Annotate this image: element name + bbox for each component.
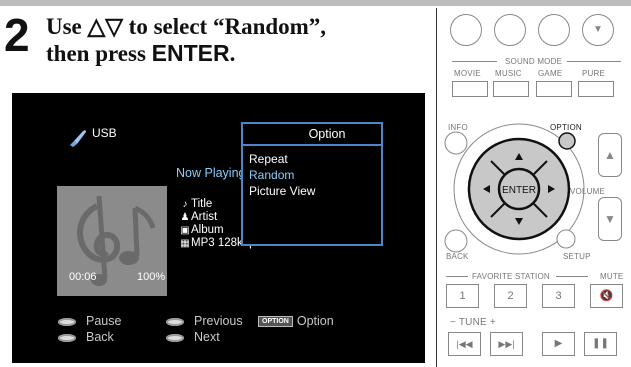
mute-button[interactable]: 🔇: [590, 284, 623, 308]
up-down-arrows-icon: △▽: [87, 13, 123, 39]
legend-previous: Previous: [166, 314, 243, 328]
skip-back-button[interactable]: |◀◀: [448, 332, 481, 356]
column-divider: [436, 8, 437, 367]
step-instruction: Use △▽ to select “Random”, then press EN…: [46, 13, 426, 67]
remote-control: ▼ SOUND MODE MOVIE MUSIC GAME PURE INFO …: [442, 0, 631, 367]
legend-next-label: Next: [194, 330, 220, 344]
down-button-icon: [166, 333, 184, 342]
info-button[interactable]: [444, 131, 468, 155]
instr-select-text: to select “Random”,: [122, 14, 327, 39]
legend-pause: Pause: [58, 314, 121, 328]
instr-press-text: then press: [46, 41, 152, 66]
favorite-rule-right: [556, 276, 588, 277]
tune-minus-label: −: [450, 317, 457, 328]
legend-previous-label: Previous: [194, 314, 243, 328]
artist-text: Artist: [191, 211, 218, 223]
remote-top-button-3[interactable]: [538, 14, 570, 46]
menu-item-repeat[interactable]: Repeat: [243, 151, 381, 167]
tune-label: − TUNE +: [450, 317, 496, 328]
volume-up-icon: ▲: [604, 148, 616, 162]
skip-forward-icon: ▶▶|: [498, 339, 515, 349]
source-label: USB: [92, 126, 117, 140]
option-button[interactable]: [558, 132, 576, 150]
now-playing-label: Now Playing: [176, 166, 246, 180]
music-label: MUSIC: [495, 69, 522, 78]
movie-button[interactable]: [452, 81, 488, 97]
speaker-mute-icon: 🔇: [599, 290, 614, 302]
setup-button[interactable]: [556, 229, 576, 249]
favorite-1-button[interactable]: 1: [446, 284, 479, 308]
note-icon: ♪: [182, 199, 188, 210]
tune-plus-label: +: [489, 317, 496, 328]
track-title: ♪ Title: [179, 198, 213, 211]
game-button[interactable]: [536, 81, 572, 97]
option-badge: OPTION: [258, 316, 293, 328]
up-button-icon: [166, 317, 184, 326]
favorite-rule-left: [446, 276, 468, 277]
person-icon: ♟: [180, 212, 190, 223]
legend-back: Back: [58, 330, 114, 344]
volume-down-icon: ▼: [604, 212, 616, 226]
pause-button[interactable]: ❚❚: [584, 332, 617, 356]
pause-icon: ❚❚: [592, 338, 609, 349]
sound-mode-rule-right: [567, 61, 621, 62]
favorite-3-button[interactable]: 3: [542, 284, 575, 308]
title-text: Title: [191, 198, 213, 210]
remote-dropdown-button[interactable]: ▼: [582, 14, 614, 46]
file-icon: ▦: [180, 238, 190, 249]
favorite-station-label: FAVORITE STATION: [472, 272, 550, 281]
popup-menu: Repeat Random Picture View: [243, 146, 381, 199]
legend-option: OPTION Option: [258, 314, 334, 328]
favorite-2-button[interactable]: 2: [494, 284, 527, 308]
chevron-down-icon: ▼: [593, 24, 603, 35]
menu-item-picture-view[interactable]: Picture View: [243, 183, 381, 199]
sound-mode-rule-left: [452, 61, 497, 62]
elapsed-time: 00:06: [69, 271, 97, 283]
play-icon: ▶: [554, 338, 563, 349]
option-popup: Option Repeat Random Picture View: [241, 122, 383, 246]
instr-period: .: [229, 41, 236, 66]
usb-icon: [70, 130, 86, 147]
enter-button-icon: [58, 317, 76, 326]
album-icon: ▣: [180, 225, 190, 236]
album-text: Album: [191, 224, 224, 236]
instr-prefix: Use: [46, 14, 88, 39]
progress-percent: 100%: [137, 271, 166, 283]
mute-label: MUTE: [600, 272, 624, 281]
legend-next: Next: [166, 330, 220, 344]
pure-label: PURE: [582, 69, 606, 78]
back-button[interactable]: [444, 229, 468, 253]
skip-forward-button[interactable]: ▶▶|: [490, 332, 523, 356]
legend-option-label: Option: [296, 314, 334, 328]
game-label: GAME: [538, 69, 563, 78]
skip-back-icon: |◀◀: [456, 339, 473, 349]
enter-label: ENTER: [502, 185, 536, 196]
back-button-icon: [58, 333, 76, 342]
menu-item-random[interactable]: Random: [243, 167, 381, 183]
volume-up-button[interactable]: ▲: [598, 133, 622, 177]
pure-button[interactable]: [578, 81, 614, 97]
sound-mode-label: SOUND MODE: [505, 57, 563, 66]
tv-screen: USB Now Playing ♪ Title ♟ Artist ▣Album ▦M…: [12, 93, 425, 363]
volume-down-button[interactable]: ▼: [598, 197, 622, 241]
track-artist: ♟ Artist: [179, 211, 218, 224]
tune-text: TUNE: [458, 317, 487, 328]
track-album: ▣Album: [179, 224, 224, 237]
legend-pause-label: Pause: [86, 314, 122, 328]
enter-key-label: ENTER: [151, 40, 230, 66]
play-button[interactable]: ▶: [542, 332, 575, 356]
music-button[interactable]: [493, 81, 529, 97]
movie-label: MOVIE: [454, 69, 481, 78]
step-number: 2: [4, 9, 30, 61]
popup-title: Option: [243, 124, 381, 146]
legend-back-label: Back: [86, 330, 114, 344]
remote-top-button-2[interactable]: [494, 14, 526, 46]
remote-top-button-1[interactable]: [450, 14, 482, 46]
